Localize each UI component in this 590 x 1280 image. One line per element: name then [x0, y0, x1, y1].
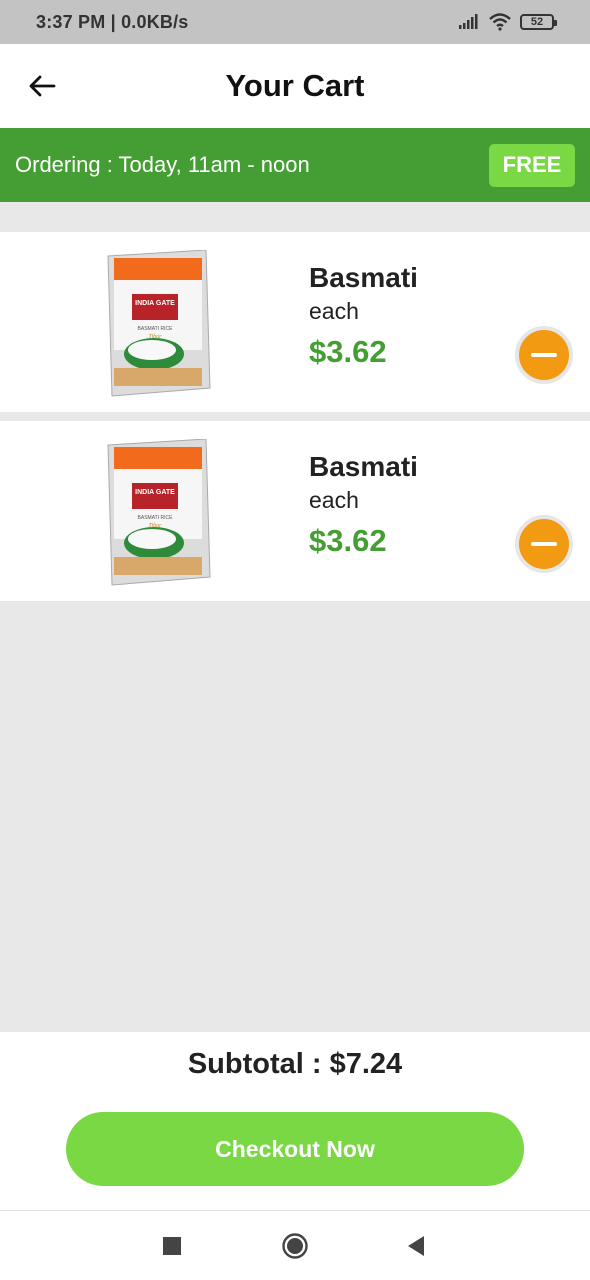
status-time-speed: 3:37 PM | 0.0KB/s — [36, 11, 189, 32]
wifi-icon — [489, 13, 511, 31]
circle-icon — [282, 1233, 308, 1259]
cart-item: INDIA GATE BASMATI RICE Tibar Basmati ea… — [0, 421, 590, 601]
battery-icon: 52 — [520, 14, 557, 30]
back-button[interactable] — [22, 66, 62, 106]
product-type-label: BASMATI RICE — [138, 515, 174, 521]
status-icons: 52 — [458, 13, 557, 31]
product-image: INDIA GATE BASMATI RICE Tibar — [107, 250, 211, 397]
ordering-time-text: Ordering : Today, 11am - noon — [15, 152, 310, 177]
battery-level: 52 — [530, 16, 544, 28]
cart-item: INDIA GATE BASMATI RICE Tibar Basmati ea… — [0, 232, 590, 412]
square-icon — [163, 1237, 181, 1255]
item-unit: each — [309, 298, 359, 324]
item-price: $3.62 — [309, 523, 387, 558]
free-delivery-badge: FREE — [489, 143, 575, 187]
item-unit: each — [309, 487, 359, 513]
minus-icon — [531, 353, 557, 357]
ordering-banner: Ordering : Today, 11am - noon FREE — [0, 128, 590, 202]
page-title: Your Cart — [225, 68, 365, 103]
remove-item-button[interactable] — [515, 515, 573, 573]
product-brand-label: INDIA GATE — [135, 300, 175, 307]
remove-item-button[interactable] — [515, 326, 573, 384]
system-nav-bar — [0, 1210, 590, 1280]
item-name: Basmati — [309, 262, 418, 293]
nav-recent-apps-button[interactable] — [157, 1231, 187, 1261]
product-type-label: BASMATI RICE — [138, 326, 174, 332]
product-brand-label: INDIA GATE — [135, 489, 175, 496]
checkout-button[interactable]: Checkout Now — [66, 1112, 524, 1186]
arrow-left-icon — [29, 75, 56, 97]
minus-icon — [531, 542, 557, 546]
screen: 3:37 PM | 0.0KB/s 52 Your Cart Ordering … — [0, 0, 590, 1280]
nav-back-button[interactable] — [401, 1231, 431, 1261]
item-name: Basmati — [309, 451, 418, 482]
signal-icon — [459, 14, 478, 29]
item-price: $3.62 — [309, 334, 387, 369]
subtotal-text: Subtotal : $7.24 — [187, 1048, 403, 1080]
triangle-back-icon — [408, 1236, 424, 1256]
product-image: INDIA GATE BASMATI RICE Tibar — [107, 439, 211, 586]
status-bar: 3:37 PM | 0.0KB/s 52 — [0, 0, 590, 44]
app-bar: Your Cart — [0, 44, 590, 128]
nav-home-button[interactable] — [280, 1231, 310, 1261]
cart-footer: Subtotal : $7.24 Checkout Now — [0, 1032, 590, 1210]
